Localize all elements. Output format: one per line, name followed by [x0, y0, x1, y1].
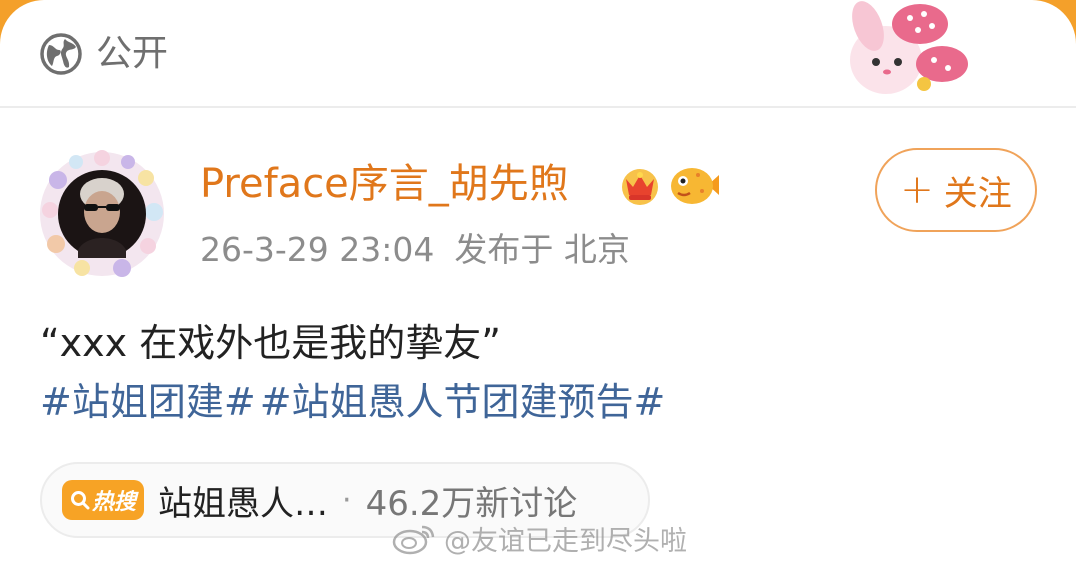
follow-button[interactable]: + 关注 [875, 148, 1037, 232]
post-time: 26-3-29 23:04 [200, 230, 435, 269]
post-card: 公开 Preface序言_胡先煦 + 关注 26-3-29 23:04 发布于 … [0, 0, 1076, 563]
globe-icon [40, 33, 82, 75]
avatar[interactable] [38, 150, 166, 278]
separator-dot: · [342, 482, 352, 518]
follow-label: 关注 [943, 173, 1012, 214]
weibo-logo-icon [392, 525, 435, 555]
visibility-label: 公开 [96, 33, 169, 74]
plus-icon: + [900, 167, 934, 213]
pufferfish-badge-icon [671, 168, 719, 204]
topic-link[interactable]: #站姐团建# [40, 380, 256, 424]
crown-badge-icon [622, 169, 658, 205]
visibility-bar: 公开 [0, 0, 1076, 108]
watermark: @友谊已走到尽头啦 [392, 518, 687, 558]
search-icon [71, 491, 90, 510]
hot-search-tag-label: 热搜 [92, 490, 137, 515]
post-text: “xxx 在戏外也是我的挚友” [40, 321, 501, 365]
topic-link[interactable]: #站姐愚人节团建预告# [260, 380, 666, 424]
watermark-text: @友谊已走到尽头啦 [444, 525, 687, 557]
post-location: 发布于 北京 [454, 230, 630, 269]
post-meta: 26-3-29 23:04 发布于 北京 [200, 228, 630, 272]
hot-search-tag: 热搜 [62, 480, 145, 520]
author-name[interactable]: Preface序言_胡先煦 [200, 158, 569, 210]
bunny-sticker-icon [850, 1, 968, 94]
topic-list: #站姐团建# #站姐愚人节团建预告# [40, 376, 665, 428]
hot-search-title: 站姐愚人… [158, 483, 329, 524]
